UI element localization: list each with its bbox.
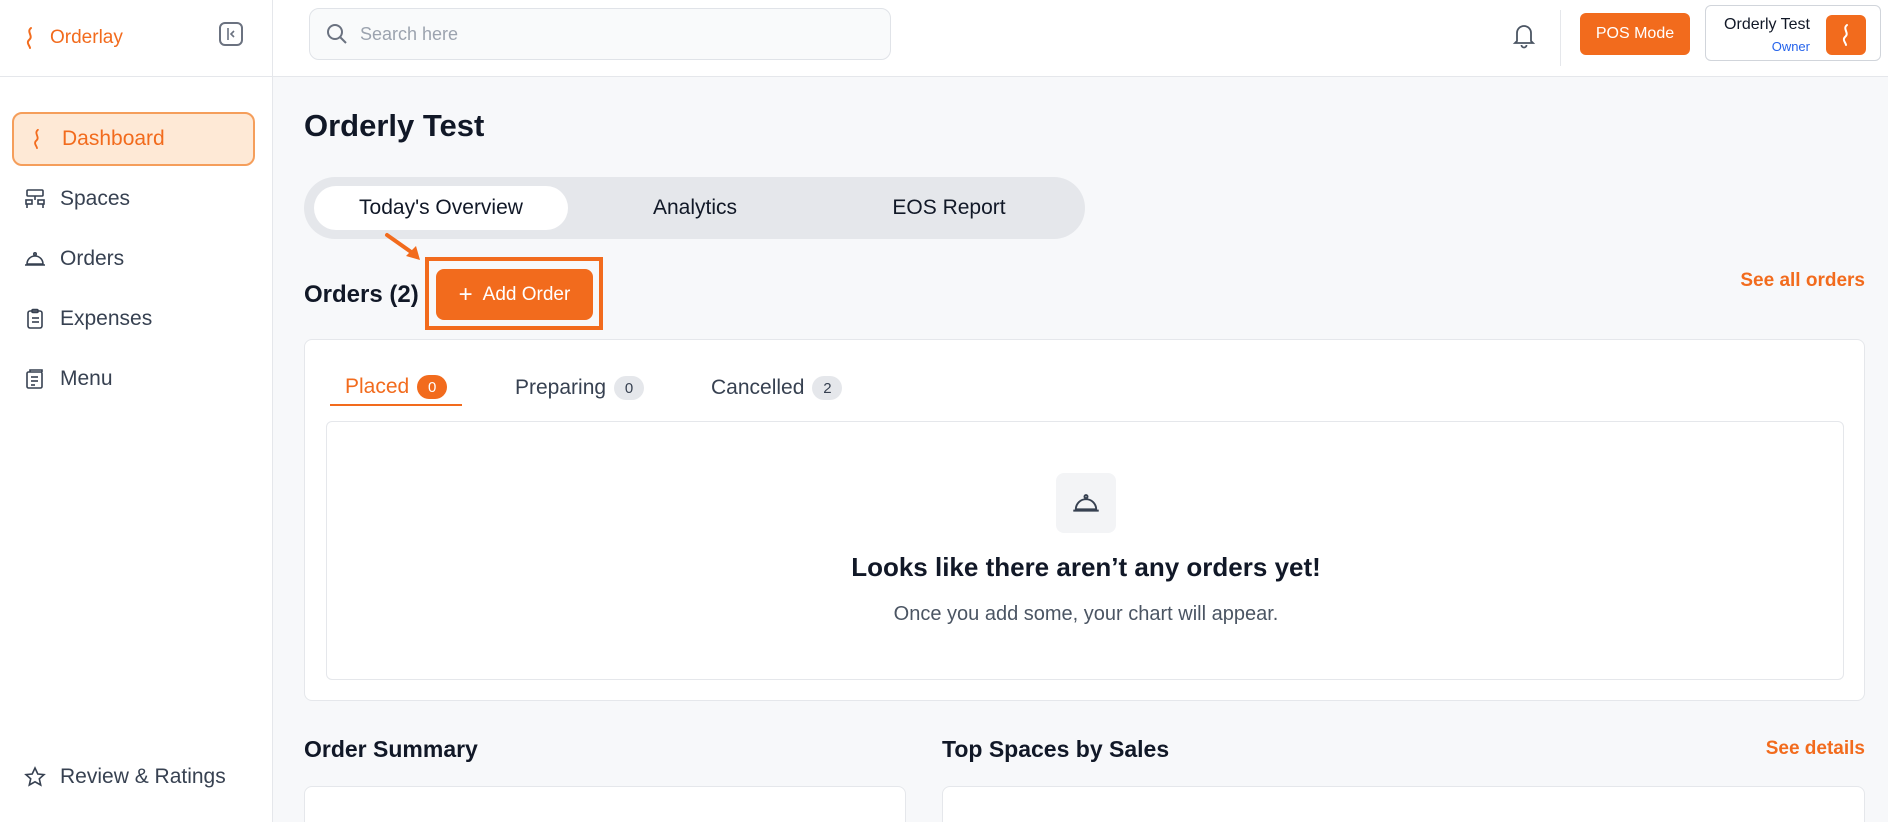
status-tab-label: Preparing — [515, 376, 607, 399]
cloche-icon — [24, 248, 46, 270]
sidebar-item-orders[interactable]: Orders — [12, 232, 255, 286]
orderlay-logo-icon — [26, 27, 32, 49]
status-tab-preparing[interactable]: Preparing 0 — [515, 370, 645, 406]
orders-heading: Orders (2) — [304, 281, 419, 308]
search-box[interactable] — [309, 8, 891, 60]
status-tab-label: Cancelled — [711, 376, 805, 399]
search-icon — [327, 24, 347, 44]
empty-state-title: Looks like there aren’t any orders yet! — [851, 552, 1321, 582]
topbar-divider — [1560, 10, 1561, 66]
sidebar-item-label: Expenses — [60, 307, 153, 330]
status-tab-cancelled[interactable]: Cancelled 2 — [711, 370, 843, 406]
sidebar-item-dashboard[interactable]: Dashboard — [12, 112, 255, 166]
tab-eos-report[interactable]: EOS Report — [822, 186, 1076, 230]
topbar: POS Mode Orderly Test Owner — [273, 0, 1888, 77]
sidebar-item-review-ratings[interactable]: Review & Ratings — [12, 750, 255, 804]
status-tab-placed[interactable]: Placed 0 — [330, 370, 463, 406]
orderlay-logo-icon — [1842, 24, 1848, 46]
cancelled-count-badge: 2 — [812, 376, 843, 400]
chevron-left-icon — [227, 28, 235, 40]
page-title: Orderly Test — [304, 108, 485, 143]
preparing-count-badge: 0 — [614, 376, 645, 400]
menu-book-icon — [24, 368, 46, 390]
order-summary-card — [304, 786, 906, 822]
search-input[interactable] — [360, 23, 860, 45]
spaces-icon — [24, 188, 46, 210]
sidebar-item-label: Dashboard — [62, 127, 165, 150]
pos-mode-button[interactable]: POS Mode — [1580, 13, 1690, 55]
profile-role: Owner — [1771, 39, 1810, 54]
profile-menu[interactable]: Orderly Test Owner — [1705, 5, 1881, 61]
placed-count-badge: 0 — [417, 375, 448, 399]
add-order-button[interactable]: + Add Order — [436, 269, 593, 320]
empty-state-subtitle: Once you add some, your chart will appea… — [893, 603, 1279, 625]
sidebar-item-label: Menu — [60, 367, 113, 390]
orders-card: Placed 0 Preparing 0 Cancelled 2 Looks l… — [304, 339, 1865, 701]
star-icon — [24, 766, 46, 788]
avatar — [1826, 15, 1866, 55]
sidebar-bottom: Review & Ratings — [12, 750, 255, 810]
top-spaces-title: Top Spaces by Sales — [942, 736, 1170, 762]
sidebar-item-menu[interactable]: Menu — [12, 352, 255, 406]
top-spaces-card — [942, 786, 1865, 822]
see-all-orders-link[interactable]: See all orders — [1740, 270, 1865, 292]
bell-icon[interactable] — [1509, 20, 1539, 50]
sidebar-nav: Dashboard Spaces Orders Expenses Menu — [12, 112, 255, 412]
see-details-link[interactable]: See details — [1766, 738, 1865, 760]
sidebar-item-label: Orders — [60, 247, 125, 270]
sidebar-item-expenses[interactable]: Expenses — [12, 292, 255, 346]
sidebar-item-label: Review & Ratings — [60, 765, 226, 788]
annotation-arrow-icon — [385, 233, 420, 260]
tab-analytics[interactable]: Analytics — [568, 186, 822, 230]
add-order-label: Add Order — [482, 283, 571, 305]
clipboard-icon — [24, 308, 46, 330]
empty-state: Looks like there aren’t any orders yet! … — [326, 421, 1844, 680]
overview-tabs: Today's Overview Analytics EOS Report — [304, 177, 1085, 239]
tab-todays-overview[interactable]: Today's Overview — [314, 186, 568, 230]
sidebar: Orderlay Dashboard Spaces Orders Expense… — [0, 0, 273, 822]
sidebar-item-label: Spaces — [60, 187, 131, 210]
plus-icon: + — [458, 280, 473, 308]
brand[interactable]: Orderlay — [0, 0, 273, 77]
orderlay-logo-icon — [26, 128, 48, 150]
status-tab-label: Placed — [345, 375, 410, 398]
brand-name: Orderlay — [50, 27, 123, 48]
profile-name: Orderly Test — [1724, 16, 1810, 33]
sidebar-item-spaces[interactable]: Spaces — [12, 172, 255, 226]
collapse-sidebar-button[interactable] — [219, 22, 243, 46]
order-summary-title: Order Summary — [304, 736, 478, 762]
cloche-icon — [1056, 473, 1116, 533]
